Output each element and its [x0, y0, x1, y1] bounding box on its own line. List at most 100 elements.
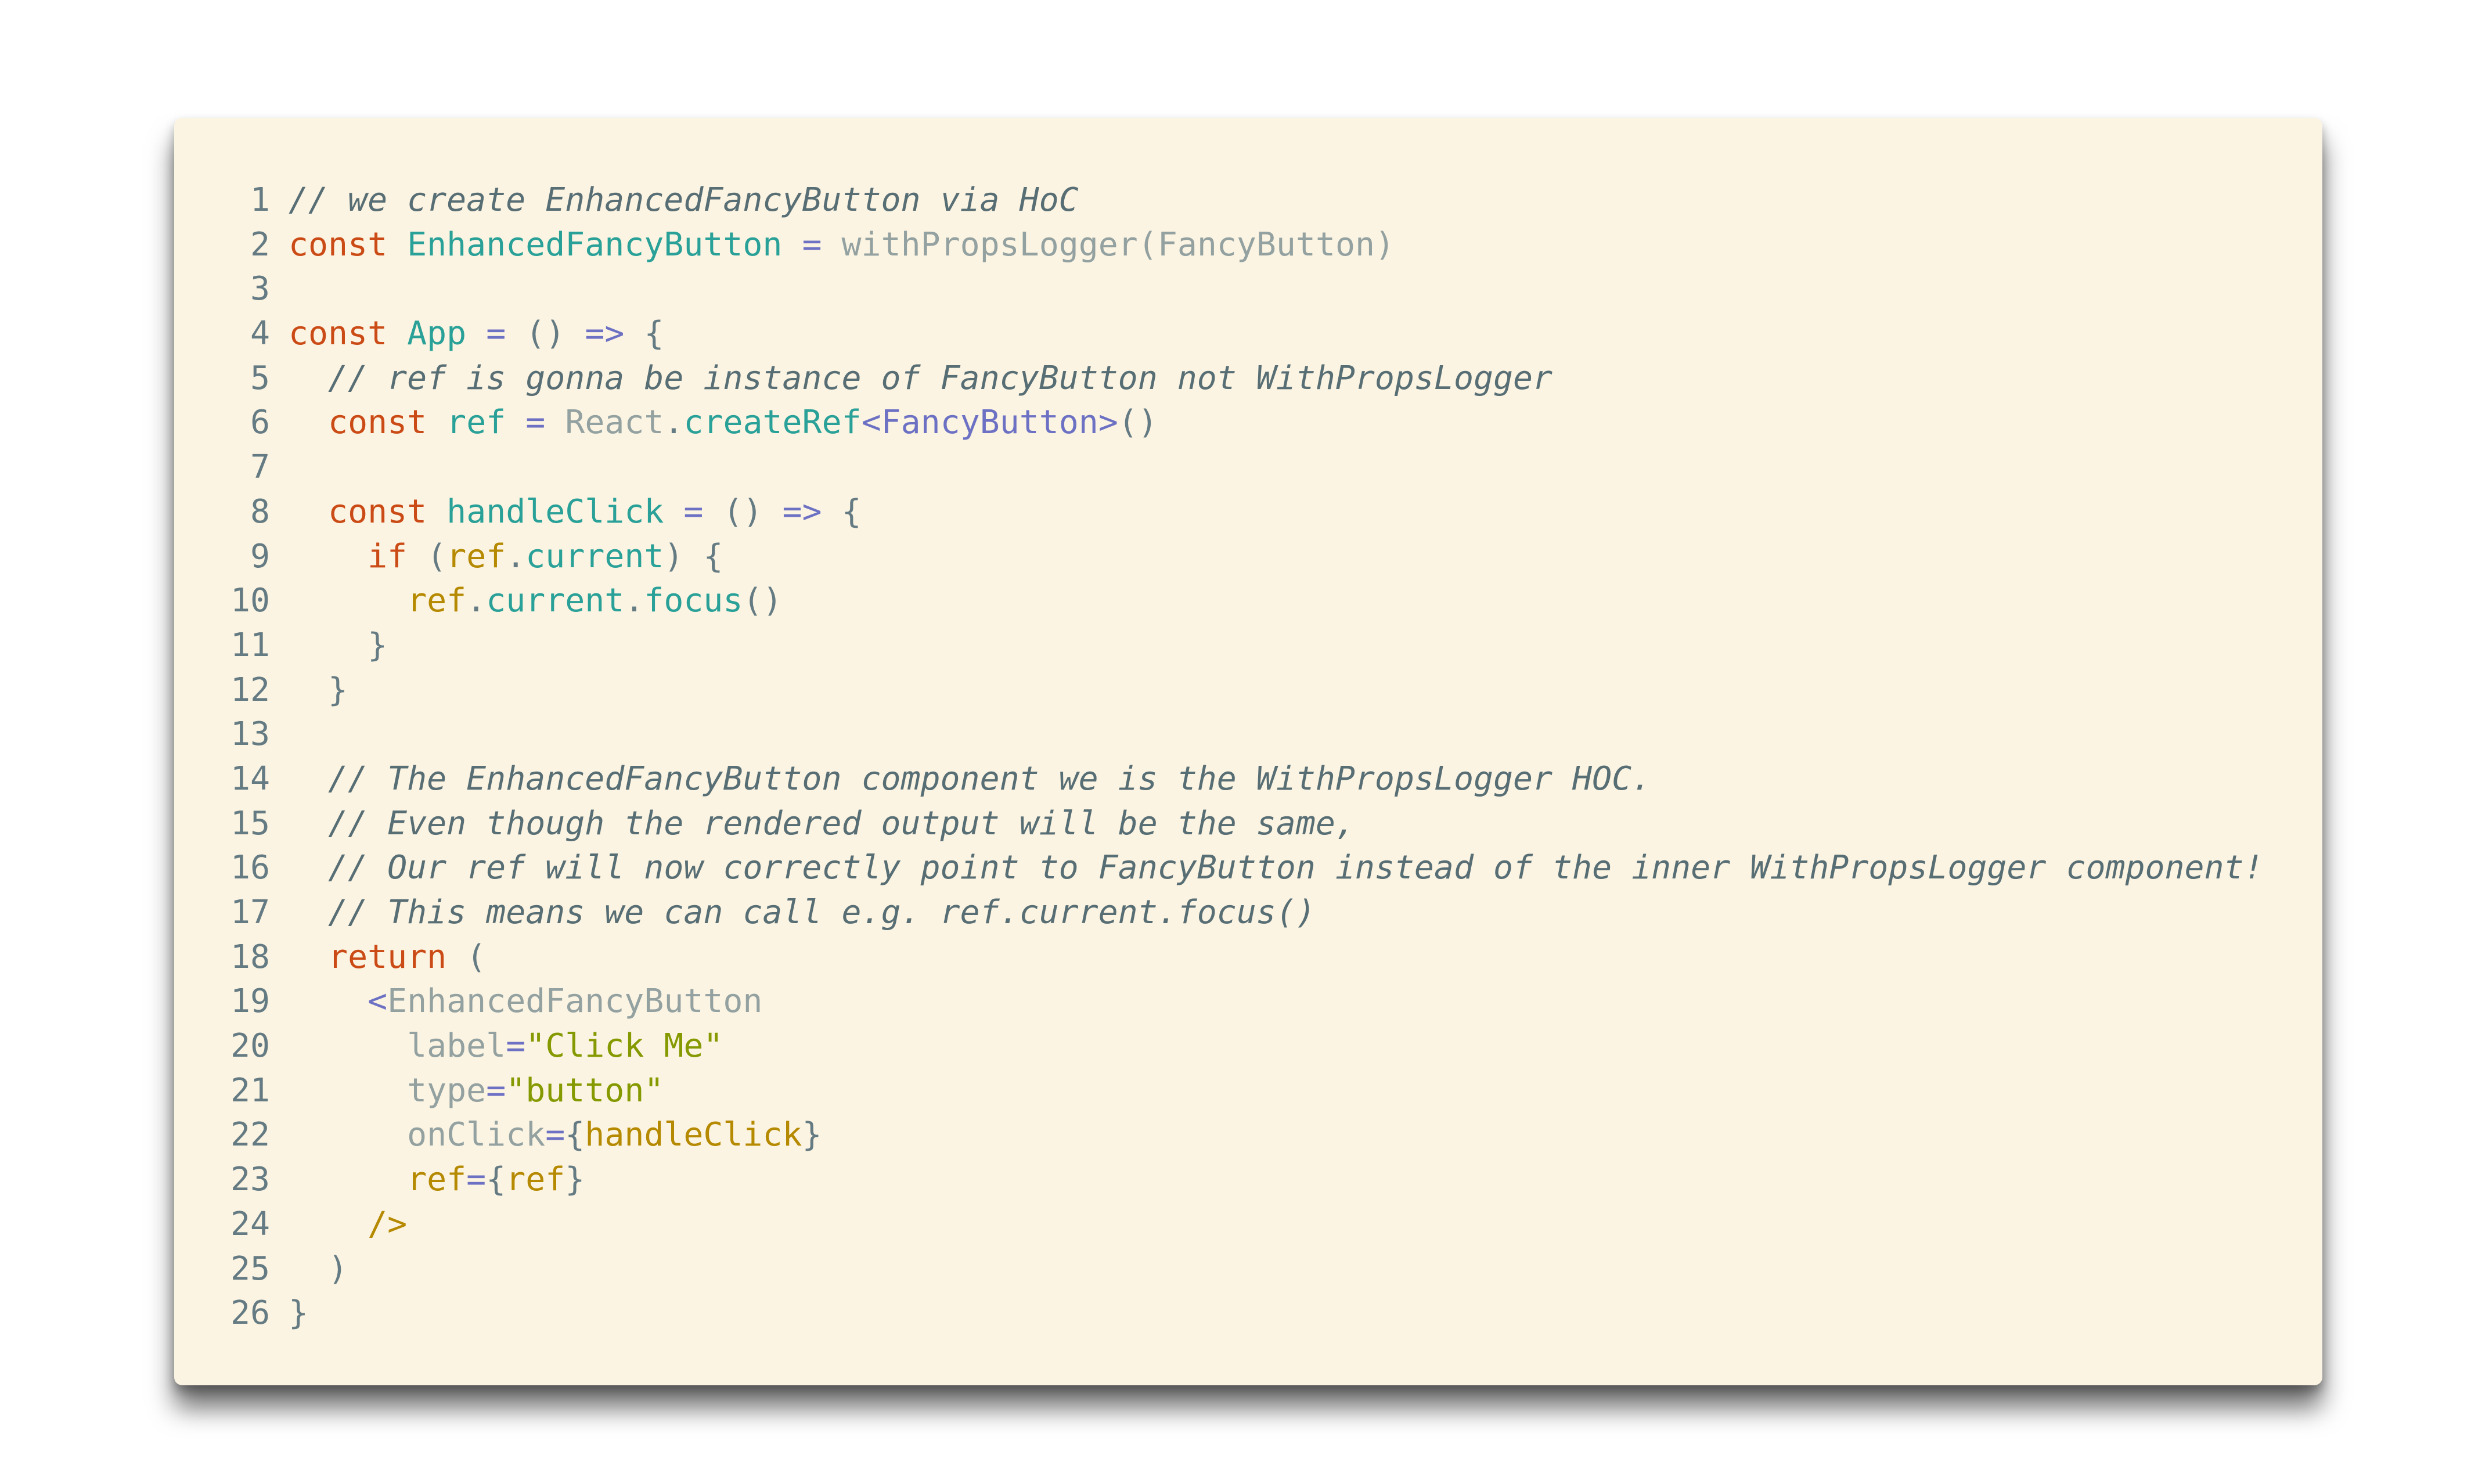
code-token: const	[289, 225, 388, 264]
code-token: )	[1375, 225, 1395, 264]
code-token: ref	[446, 537, 506, 575]
code-token: FancyButton	[881, 404, 1098, 442]
code-token: }	[328, 671, 348, 709]
line-code: ref={ref}	[270, 1158, 585, 1202]
code-token: =	[506, 1027, 526, 1065]
code-token: .	[664, 404, 684, 442]
code-token: =>	[585, 315, 625, 353]
code-token: =	[545, 1116, 565, 1154]
line-code: <EnhancedFancyButton	[270, 979, 762, 1024]
code-line: 20 label="Click Me"	[174, 1024, 2264, 1069]
code-token: // The EnhancedFancyButton component we …	[328, 759, 1652, 798]
code-token: ref	[506, 1161, 565, 1199]
code-token: =	[486, 315, 506, 353]
line-number: 7	[250, 448, 270, 487]
line-code: }	[270, 668, 348, 713]
code-token: ref	[407, 1161, 467, 1199]
line-number: 23	[230, 1161, 270, 1199]
line-number: 19	[230, 982, 270, 1021]
code-line: 26}	[174, 1291, 2264, 1336]
line-code: // The EnhancedFancyButton component we …	[270, 757, 1651, 802]
code-line: 7	[174, 445, 2264, 490]
code-line: 25 )	[174, 1247, 2264, 1292]
code-token: if	[368, 537, 408, 575]
line-code: label="Click Me"	[270, 1024, 723, 1069]
line-number: 12	[230, 671, 270, 709]
code-line: 3	[174, 267, 2264, 312]
code-token: }	[289, 1294, 309, 1332]
line-code: ref.current.focus()	[270, 579, 783, 624]
code-token: // we create EnhancedFancyButton via HoC	[289, 181, 1079, 219]
code-line: 17 // This means we can call e.g. ref.cu…	[174, 891, 2264, 935]
code-token: EnhancedFancyButton	[407, 225, 783, 264]
code-token: }	[565, 1161, 585, 1199]
code-token: =	[802, 225, 822, 264]
code-token: App	[407, 315, 467, 353]
code-token: // Even though the rendered output will …	[328, 804, 1355, 842]
code-token: }	[802, 1116, 822, 1154]
code-line: 6 const ref = React.createRef<FancyButto…	[174, 401, 2264, 445]
code-token: .	[506, 537, 526, 575]
line-number: 16	[230, 849, 270, 887]
line-number: 1	[250, 181, 270, 219]
line-code: />	[270, 1202, 407, 1247]
line-number: 9	[250, 537, 270, 575]
code-line: 9 if (ref.current) {	[174, 535, 2264, 579]
code-token: current	[525, 537, 664, 575]
code-line: 24 />	[174, 1202, 2264, 1247]
code-token: const	[289, 315, 388, 353]
line-code: // Our ref will now correctly point to F…	[270, 846, 2264, 891]
code-token: )	[328, 1249, 348, 1288]
code-line: 15 // Even though the rendered output wi…	[174, 802, 2264, 847]
code-token: }	[368, 626, 388, 664]
line-number: 17	[230, 894, 270, 931]
code-token: .	[466, 582, 487, 620]
code-token: focus	[644, 582, 743, 620]
code-token: EnhancedFancyButton	[387, 982, 763, 1021]
line-code: const App = () => {	[270, 312, 664, 356]
code-token: >	[1098, 404, 1118, 442]
code-token: ()	[743, 582, 783, 620]
line-number: 11	[230, 626, 270, 664]
code-line: 21 type="button"	[174, 1069, 2264, 1114]
code-token: (	[427, 537, 447, 575]
line-number: 22	[230, 1116, 270, 1154]
line-code: // Even though the rendered output will …	[270, 802, 1355, 847]
code-token: (	[466, 938, 487, 976]
code-token: FancyButton	[1157, 225, 1375, 264]
code-line: 23 ref={ref}	[174, 1158, 2264, 1202]
line-code: // ref is gonna be instance of FancyButt…	[270, 356, 1553, 401]
code-token: {	[703, 537, 723, 575]
code-token: =	[486, 1071, 506, 1110]
code-token: {	[565, 1116, 585, 1154]
line-code: // This means we can call e.g. ref.curre…	[270, 891, 1316, 935]
code-token: const	[328, 404, 427, 442]
code-token: {	[486, 1161, 506, 1199]
code-token: ref	[407, 582, 467, 620]
code-token: =	[525, 404, 546, 442]
line-code: return (	[270, 935, 486, 980]
line-code: )	[270, 1247, 348, 1292]
code-token: "button"	[506, 1071, 664, 1110]
